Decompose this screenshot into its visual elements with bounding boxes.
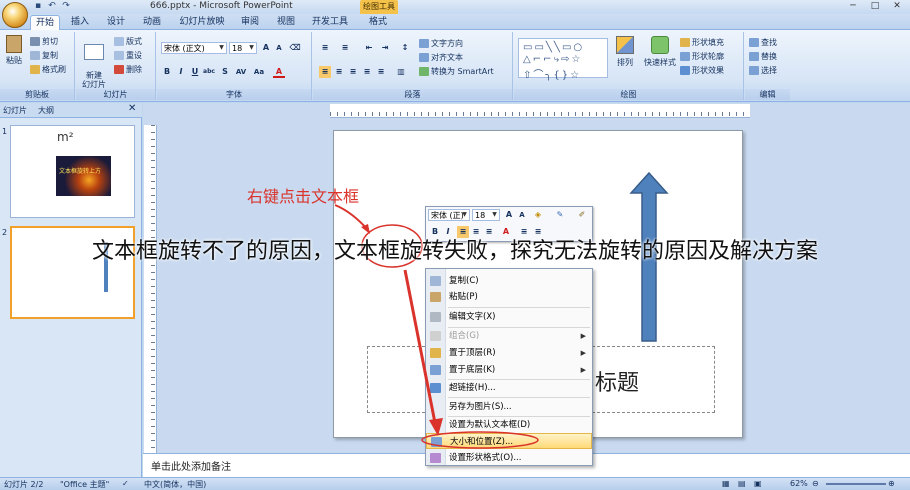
annotation-arrowhead xyxy=(429,418,443,436)
slideshow-icon[interactable]: ▣ xyxy=(754,479,762,488)
normal-view-icon[interactable]: ▦ xyxy=(722,479,730,488)
overlay-headline: 文本框旋转不了的原因，文本框旋转失败，探究无法旋转的原因及解决方案 xyxy=(91,239,818,264)
zoom-slider[interactable] xyxy=(826,483,886,485)
status-bar: 幻灯片 2/2 "Office 主题" ✓ 中文(简体，中国) ▦ ▤ ▣ 62… xyxy=(0,477,910,490)
spellcheck-icon[interactable]: ✓ xyxy=(122,479,129,488)
zoom-in-icon[interactable]: ⊕ xyxy=(888,479,895,488)
slide-sorter-icon[interactable]: ▤ xyxy=(738,479,746,488)
zoom-out-icon[interactable]: ⊖ xyxy=(812,479,819,488)
status-slide-count: 幻灯片 2/2 xyxy=(4,480,44,489)
status-language: 中文(简体，中国) xyxy=(144,480,207,489)
status-zoom: 62% xyxy=(790,479,808,488)
annotation-circle-menu-item xyxy=(421,431,539,449)
annotation-arrow-long xyxy=(403,269,438,429)
status-theme: "Office 主题" xyxy=(60,480,110,489)
